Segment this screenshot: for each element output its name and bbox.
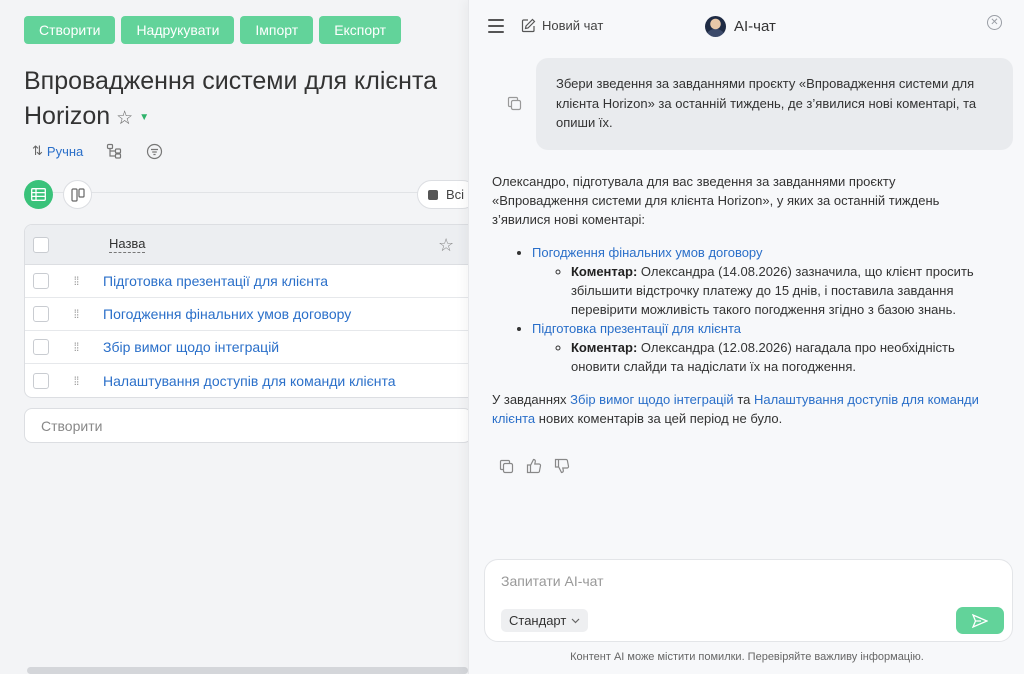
filter-icon[interactable] <box>145 142 163 160</box>
column-header-name[interactable]: Назва <box>109 236 146 253</box>
row-checkbox[interactable] <box>33 339 49 355</box>
tasks-table: Назва ☆ ⁞⁞ Підготовка презентації для кл… <box>24 224 468 398</box>
comment-item: Коментар: Олександра (12.08.2026) нагада… <box>571 338 982 376</box>
task-link[interactable]: Підготовка презентації для клієнта <box>103 273 328 289</box>
task-link[interactable]: Налаштування доступів для команди клієнт… <box>103 373 396 389</box>
chat-input-box: Запитати AI-чат Стандарт <box>484 559 1013 642</box>
table-row[interactable]: ⁞⁞ Погодження фінальних умов договору <box>25 298 468 331</box>
drag-handle-icon[interactable]: ⁞⁞ <box>71 375 81 387</box>
print-button[interactable]: Надрукувати <box>121 16 235 44</box>
ai-disclaimer: Контент AI може містити помилки. Перевір… <box>570 651 924 663</box>
close-icon[interactable]: ✕ <box>987 15 1002 30</box>
table-row[interactable]: ⁞⁞ Налаштування доступів для команди клі… <box>25 364 468 397</box>
thumbs-down-icon[interactable] <box>554 458 570 474</box>
outro-text: У завданнях <box>492 392 571 407</box>
send-button[interactable] <box>956 607 1004 634</box>
outro-text: та <box>733 392 754 407</box>
assistant-avatar <box>705 16 726 37</box>
project-page: Створити Надрукувати Імпорт Експорт Впро… <box>0 0 468 674</box>
list-item: Погодження фінальних умов договору Комен… <box>532 243 982 319</box>
answer-outro: У завданнях Збір вимог щодо інтеграцій т… <box>492 390 982 428</box>
sort-arrows-icon: ⇅ <box>32 143 43 158</box>
new-chat-label: Новий чат <box>542 18 604 33</box>
drag-handle-icon[interactable]: ⁞⁞ <box>71 275 81 287</box>
send-icon <box>972 613 988 628</box>
table-header: Назва ☆ <box>25 225 468 265</box>
ai-chat-title: AI-чат <box>705 16 776 37</box>
filter-chip-label: Всі <box>446 187 465 202</box>
hierarchy-icon[interactable] <box>105 142 123 160</box>
chat-input[interactable]: Запитати AI-чат <box>501 573 604 589</box>
ai-chat-title-text: AI-чат <box>734 18 776 35</box>
table-row[interactable]: ⁞⁞ Збір вимог щодо інтеграцій <box>25 331 468 364</box>
table-row[interactable]: ⁞⁞ Підготовка презентації для клієнта <box>25 265 468 298</box>
ai-chat-panel: Новий чат AI-чат ✕ Збери зведення за зав… <box>468 0 1024 674</box>
page-title-line2: Horizon <box>24 102 111 130</box>
action-toolbar: Створити Надрукувати Імпорт Експорт <box>24 16 402 44</box>
outro-text: нових коментарів за цей період не було. <box>535 411 783 426</box>
ai-chat-header: Новий чат AI-чат ✕ <box>469 0 1024 52</box>
select-all-checkbox[interactable] <box>33 236 49 253</box>
comment-item: Коментар: Олександра (14.08.2026) зазнач… <box>571 262 982 319</box>
title-dropdown-caret-icon[interactable]: ▼ <box>139 112 149 123</box>
edit-icon <box>521 18 536 33</box>
copy-icon[interactable] <box>498 458 514 474</box>
sort-label: Ручна <box>46 143 84 159</box>
mode-label: Стандарт <box>509 613 567 628</box>
task-link[interactable]: Погодження фінальних умов договору <box>532 245 763 260</box>
copy-icon[interactable] <box>507 96 522 116</box>
column-star-icon[interactable]: ☆ <box>438 235 454 256</box>
row-checkbox[interactable] <box>33 273 49 289</box>
list-item: Підготовка презентації для клієнта Комен… <box>532 319 982 376</box>
mode-select[interactable]: Стандарт <box>501 609 589 632</box>
export-button[interactable]: Експорт <box>319 16 402 44</box>
page-title: Впровадження системи для клієнта Horizon… <box>24 64 464 136</box>
thumbs-up-icon[interactable] <box>526 458 542 474</box>
user-message-bubble: Збери зведення за завданнями проєкту «Вп… <box>536 58 1013 150</box>
filter-chip-square-icon <box>428 189 438 200</box>
drag-handle-icon[interactable]: ⁞⁞ <box>71 341 81 353</box>
comment-label: Коментар: <box>571 264 638 279</box>
task-link[interactable]: Збір вимог щодо інтеграцій <box>103 339 279 355</box>
task-link[interactable]: Підготовка презентації для клієнта <box>532 321 741 336</box>
task-summary-list: Погодження фінальних умов договору Комен… <box>492 243 982 376</box>
kanban-view-button[interactable] <box>63 180 92 209</box>
hamburger-menu-icon[interactable] <box>488 19 504 33</box>
row-checkbox[interactable] <box>33 372 49 389</box>
page-title-line1: Впровадження системи для клієнта <box>24 67 438 95</box>
task-link[interactable]: Погодження фінальних умов договору <box>103 306 351 322</box>
message-actions <box>498 458 570 474</box>
chevron-down-icon <box>571 618 580 623</box>
row-checkbox[interactable] <box>33 306 49 322</box>
create-button[interactable]: Створити <box>24 16 116 44</box>
task-link[interactable]: Збір вимог щодо інтеграцій <box>570 392 734 407</box>
horizontal-scrollbar[interactable] <box>27 667 468 674</box>
sort-filter-bar: ⇅ Ручна <box>32 142 163 160</box>
favorite-star-icon[interactable]: ☆ <box>116 108 133 129</box>
drag-handle-icon[interactable]: ⁞⁞ <box>71 308 81 320</box>
assistant-message: Олександро, підготувала для вас зведення… <box>492 172 982 442</box>
new-chat-button[interactable]: Новий чат <box>521 18 603 33</box>
import-button[interactable]: Імпорт <box>240 16 314 44</box>
table-view-button[interactable] <box>24 180 53 209</box>
filter-chip[interactable]: Всі <box>417 180 468 209</box>
sort-button[interactable]: ⇅ Ручна <box>32 143 83 159</box>
create-task-input[interactable]: Створити <box>24 408 468 443</box>
comment-label: Коментар: <box>571 340 638 355</box>
answer-intro: Олександро, підготувала для вас зведення… <box>492 174 940 227</box>
